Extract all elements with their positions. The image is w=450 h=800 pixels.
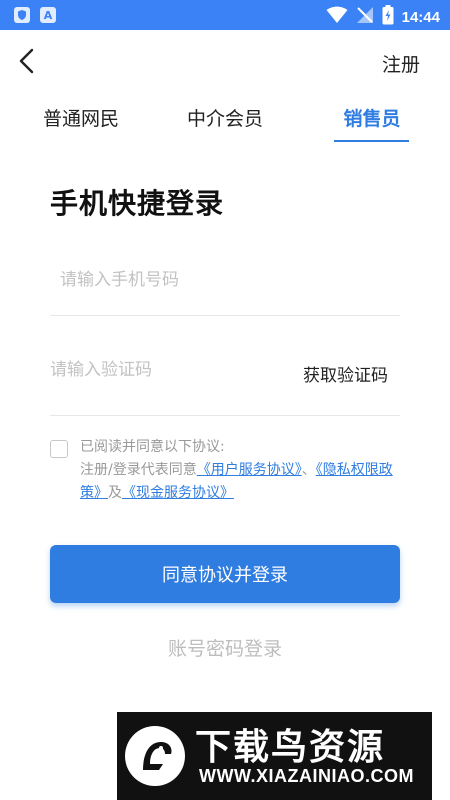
agreement-line1: 已阅读并同意以下协议: (80, 439, 225, 455)
bird-logo-icon (125, 726, 185, 786)
tab-salesperson[interactable]: 销售员 (334, 104, 410, 144)
watermark-title: 下载鸟资源 (195, 727, 386, 768)
status-bar: A 14:44 (0, 0, 450, 30)
no-signal-icon (356, 6, 374, 28)
user-agreement-link[interactable]: 《用户服务协议》 (197, 462, 302, 478)
phone-field (50, 262, 400, 316)
shield-icon (14, 7, 30, 23)
tab-ordinary-user[interactable]: 普通网民 (40, 104, 122, 144)
battery-icon (382, 5, 394, 29)
get-code-button[interactable]: 获取验证码 (303, 361, 388, 386)
agreement-prefix: 注册/登录代表同意 (80, 462, 197, 478)
watermark-url: WWW.XIAZAINIAO.COM (199, 766, 414, 786)
page-title: 手机快捷登录 (50, 187, 225, 220)
role-tabs: 普通网民 中介会员 销售员 (0, 104, 450, 144)
chevron-left-icon (19, 48, 34, 74)
verification-code-input[interactable] (50, 360, 290, 380)
phone-input[interactable] (60, 270, 300, 290)
agreement-text: 已阅读并同意以下协议: 注册/登录代表同意《用户服务协议》、《隐私权限政策》及《… (80, 436, 400, 505)
register-link[interactable]: 注册 (382, 50, 420, 77)
agreement-checkbox[interactable] (50, 440, 68, 458)
agree-and-login-button[interactable]: 同意协议并登录 (50, 545, 400, 603)
status-bar-right: 14:44 (326, 5, 440, 29)
watermark-banner: 下载鸟资源 WWW.XIAZAINIAO.COM (117, 712, 432, 800)
status-time: 14:44 (401, 8, 440, 26)
back-button[interactable] (12, 46, 40, 76)
wifi-icon (326, 6, 348, 28)
agreement-and: 及 (108, 485, 122, 501)
a-badge-icon: A (40, 7, 56, 23)
verification-field: 获取验证码 (50, 352, 400, 416)
agreement-line2: 注册/登录代表同意《用户服务协议》、《隐私权限政策》及《现金服务协议》 (80, 459, 400, 505)
status-bar-left: A (14, 7, 56, 23)
active-tab-indicator (334, 140, 409, 142)
agreement-separator: 、 (301, 462, 316, 478)
tab-agent-member[interactable]: 中介会员 (184, 104, 266, 144)
cash-agreement-link[interactable]: 《现金服务协议》 (122, 485, 234, 501)
password-login-link[interactable]: 账号密码登录 (0, 634, 450, 661)
